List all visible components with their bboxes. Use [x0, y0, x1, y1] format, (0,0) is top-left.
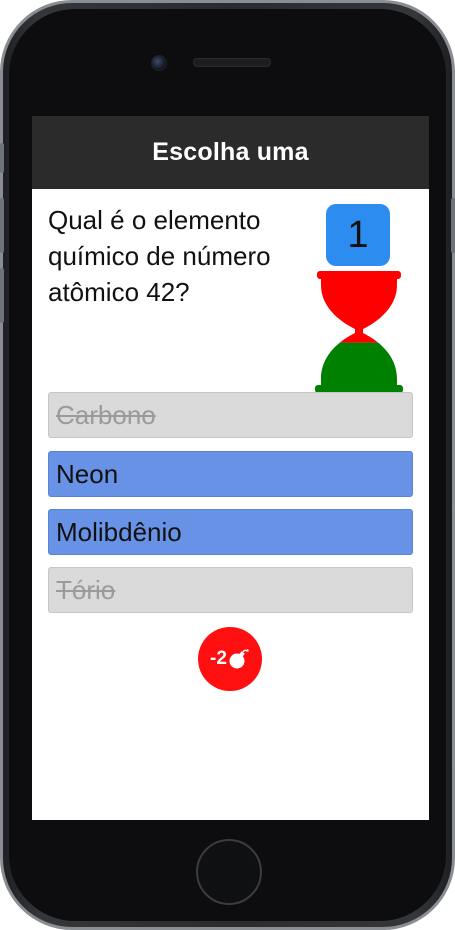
home-button[interactable]: [196, 839, 262, 905]
timer-elapsed-fill: [315, 342, 403, 393]
answer-option-1[interactable]: Carbono: [48, 392, 413, 438]
app-screen: Escolha uma Qual é o elemento químico de…: [32, 116, 429, 820]
answer-option-3[interactable]: Molibdênio: [48, 509, 413, 555]
timer-remaining-fill: [315, 271, 403, 343]
answer-option-label: Carbono: [56, 399, 156, 430]
answer-option-2[interactable]: Neon: [48, 451, 413, 497]
answer-option-label: Tório: [56, 574, 116, 605]
front-camera: [151, 55, 167, 71]
mute-switch: [0, 143, 4, 173]
answer-option-4[interactable]: Tório: [48, 567, 413, 613]
eliminate-two-button[interactable]: -2: [198, 627, 262, 691]
phone-frame: Escolha uma Qual é o elemento químico de…: [0, 0, 455, 930]
question-text: Qual é o elemento químico de número atôm…: [48, 205, 271, 307]
answer-option-label: Molibdênio: [56, 516, 182, 547]
earpiece-speaker: [193, 58, 271, 67]
answer-option-label: Neon: [56, 458, 119, 489]
page-title: Escolha uma: [152, 138, 309, 166]
volume-up-button: [0, 198, 4, 253]
hourglass-timer-icon: [315, 271, 403, 393]
volume-down-button: [0, 268, 4, 323]
bomb-icon: [229, 649, 249, 669]
eliminate-two-label: -2: [210, 648, 227, 669]
power-button: [451, 198, 455, 253]
question-counter: 1: [326, 204, 390, 266]
navigation-bar: Escolha uma: [32, 116, 429, 189]
